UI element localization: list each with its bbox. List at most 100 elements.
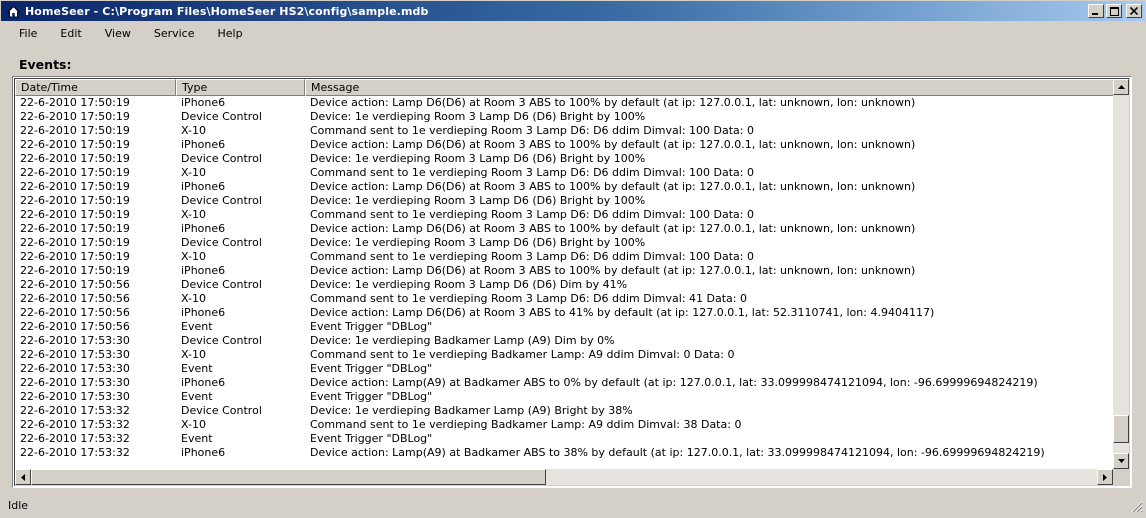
cell-message: Device: 1e verdieping Room 3 Lamp D6 (D6… <box>310 236 646 249</box>
table-row[interactable]: 22-6-2010 17:53:30 X-10 Command sent to 1e… <box>15 348 1117 362</box>
cell-datetime: 22-6-2010 17:53:30 <box>20 334 130 347</box>
menu-help[interactable]: Help <box>205 27 253 40</box>
scroll-left-button[interactable] <box>15 469 31 485</box>
table-row[interactable]: 22-6-2010 17:50:19 X-10 Command sent to 1e… <box>15 124 1117 138</box>
table-row[interactable]: 22-6-2010 17:53:30 Device Control Device: … <box>15 334 1117 348</box>
cell-datetime: 22-6-2010 17:50:19 <box>20 124 130 137</box>
table-row[interactable]: 22-6-2010 17:50:19 X-10 Command sent to 1e… <box>15 166 1117 180</box>
menu-edit[interactable]: Edit <box>47 27 91 40</box>
cell-type: X-10 <box>181 124 206 137</box>
table-row[interactable]: 22-6-2010 17:50:56 Event Event Trigger "DB… <box>15 320 1117 334</box>
cell-datetime: 22-6-2010 17:50:19 <box>20 138 130 151</box>
cell-message: Device: 1e verdieping Room 3 Lamp D6 (D6… <box>310 278 628 291</box>
cell-type: Device Control <box>181 278 262 291</box>
table-row[interactable]: 22-6-2010 17:50:19 Device Control Device: … <box>15 110 1117 124</box>
table-row[interactable]: 22-6-2010 17:50:19 iPhone6 Device action: … <box>15 96 1117 110</box>
horizontal-scroll-thumb[interactable] <box>31 469 546 485</box>
table-row[interactable]: 22-6-2010 17:53:32 Device Control Device: … <box>15 404 1117 418</box>
arrow-down-icon <box>1117 459 1125 463</box>
cell-type: Device Control <box>181 152 262 165</box>
table-row[interactable]: 22-6-2010 17:50:19 Device Control Device: … <box>15 152 1117 166</box>
minimize-button[interactable] <box>1088 4 1104 18</box>
scroll-up-button[interactable] <box>1113 79 1129 95</box>
cell-type: iPhone6 <box>181 376 226 389</box>
menu-service[interactable]: Service <box>141 27 205 40</box>
cell-datetime: 22-6-2010 17:50:19 <box>20 250 130 263</box>
table-row[interactable]: 22-6-2010 17:53:32 Event Event Trigger "DB… <box>15 432 1117 446</box>
table-row[interactable]: 22-6-2010 17:50:56 iPhone6 Device action: … <box>15 306 1117 320</box>
cell-message: Device action: Lamp D6(D6) at Room 3 ABS… <box>310 222 916 235</box>
cell-datetime: 22-6-2010 17:50:19 <box>20 208 130 221</box>
cell-message: Device: 1e verdieping Room 3 Lamp D6 (D6… <box>310 194 646 207</box>
table-row[interactable]: 22-6-2010 17:53:30 Event Event Trigger "DB… <box>15 390 1117 404</box>
scroll-right-button[interactable] <box>1097 469 1113 485</box>
arrow-right-icon <box>1103 473 1107 481</box>
vertical-scrollbar[interactable] <box>1113 79 1129 469</box>
cell-message: Device: 1e verdieping Room 3 Lamp D6 (D6… <box>310 152 646 165</box>
cell-type: iPhone6 <box>181 96 226 109</box>
cell-type: Event <box>181 362 213 375</box>
events-list[interactable]: Date/Time Type Message 22-6-2010 17:50:1… <box>12 76 1132 488</box>
close-button[interactable] <box>1126 4 1142 18</box>
table-row[interactable]: 22-6-2010 17:53:32 X-10 Command sent to 1e… <box>15 418 1117 432</box>
horizontal-scrollbar[interactable] <box>15 469 1113 485</box>
list-rows: 22-6-2010 17:50:19 iPhone6 Device action: … <box>15 96 1117 460</box>
cell-type: Event <box>181 320 213 333</box>
cell-message: Device action: Lamp(A9) at Badkamer ABS … <box>310 376 1038 389</box>
cell-datetime: 22-6-2010 17:50:19 <box>20 166 130 179</box>
column-header-type[interactable]: Type <box>176 79 305 96</box>
table-row[interactable]: 22-6-2010 17:53:30 Event Event Trigger "DB… <box>15 362 1117 376</box>
cell-datetime: 22-6-2010 17:53:30 <box>20 376 130 389</box>
table-row[interactable]: 22-6-2010 17:50:19 Device Control Device: … <box>15 194 1117 208</box>
cell-type: Device Control <box>181 334 262 347</box>
cell-type: iPhone6 <box>181 138 226 151</box>
table-row[interactable]: 22-6-2010 17:50:19 iPhone6 Device action: … <box>15 180 1117 194</box>
cell-message: Device action: Lamp D6(D6) at Room 3 ABS… <box>310 264 916 277</box>
table-row[interactable]: 22-6-2010 17:50:56 X-10 Command sent to 1e… <box>15 292 1117 306</box>
table-row[interactable]: 22-6-2010 17:50:19 iPhone6 Device action: … <box>15 222 1117 236</box>
menu-view[interactable]: View <box>92 27 141 40</box>
cell-datetime: 22-6-2010 17:50:19 <box>20 110 130 123</box>
vertical-scroll-thumb[interactable] <box>1113 415 1129 444</box>
resize-grip-icon[interactable] <box>1131 501 1143 513</box>
table-row[interactable]: 22-6-2010 17:50:56 Device Control Device: … <box>15 278 1117 292</box>
cell-message: Command sent to 1e verdieping Room 3 Lam… <box>310 208 754 221</box>
cell-message: Device: 1e verdieping Badkamer Lamp (A9)… <box>310 334 615 347</box>
table-row[interactable]: 22-6-2010 17:50:19 X-10 Command sent to 1e… <box>15 208 1117 222</box>
column-header-message[interactable]: Message <box>305 79 1117 96</box>
cell-datetime: 22-6-2010 17:50:56 <box>20 320 130 333</box>
column-header-datetime[interactable]: Date/Time <box>15 79 176 96</box>
window-title: HomeSeer - C:\Program Files\HomeSeer HS2… <box>25 4 429 18</box>
cell-datetime: 22-6-2010 17:50:19 <box>20 152 130 165</box>
cell-message: Command sent to 1e verdieping Room 3 Lam… <box>310 166 754 179</box>
table-row[interactable]: 22-6-2010 17:50:19 iPhone6 Device action: … <box>15 264 1117 278</box>
table-row[interactable]: 22-6-2010 17:50:19 X-10 Command sent to 1e… <box>15 250 1117 264</box>
cell-message: Command sent to 1e verdieping Badkamer L… <box>310 348 735 361</box>
arrow-left-icon <box>21 473 25 481</box>
table-row[interactable]: 22-6-2010 17:50:19 iPhone6 Device action: … <box>15 138 1117 152</box>
cell-type: iPhone6 <box>181 306 226 319</box>
maximize-button[interactable] <box>1106 4 1122 18</box>
cell-datetime: 22-6-2010 17:50:19 <box>20 264 130 277</box>
title-bar[interactable]: HomeSeer - C:\Program Files\HomeSeer HS2… <box>0 0 1146 22</box>
scroll-down-button[interactable] <box>1113 453 1129 469</box>
cell-type: iPhone6 <box>181 180 226 193</box>
cell-type: X-10 <box>181 208 206 221</box>
table-row[interactable]: 22-6-2010 17:53:32 iPhone6 Device action: … <box>15 446 1117 460</box>
cell-datetime: 22-6-2010 17:53:32 <box>20 404 130 417</box>
cell-datetime: 22-6-2010 17:53:32 <box>20 432 130 445</box>
cell-type: Device Control <box>181 236 262 249</box>
cell-datetime: 22-6-2010 17:53:32 <box>20 446 130 459</box>
cell-message: Device: 1e verdieping Badkamer Lamp (A9)… <box>310 404 633 417</box>
cell-message: Event Trigger "DBLog" <box>310 320 433 333</box>
arrow-up-icon <box>1117 85 1125 89</box>
menu-file[interactable]: File <box>6 27 47 40</box>
cell-type: iPhone6 <box>181 446 226 459</box>
status-bar: Idle <box>0 494 1146 516</box>
cell-datetime: 22-6-2010 17:50:56 <box>20 278 130 291</box>
cell-message: Event Trigger "DBLog" <box>310 362 433 375</box>
table-row[interactable]: 22-6-2010 17:53:30 iPhone6 Device action: … <box>15 376 1117 390</box>
cell-type: Event <box>181 390 213 403</box>
cell-message: Device action: Lamp D6(D6) at Room 3 ABS… <box>310 306 935 319</box>
table-row[interactable]: 22-6-2010 17:50:19 Device Control Device: … <box>15 236 1117 250</box>
